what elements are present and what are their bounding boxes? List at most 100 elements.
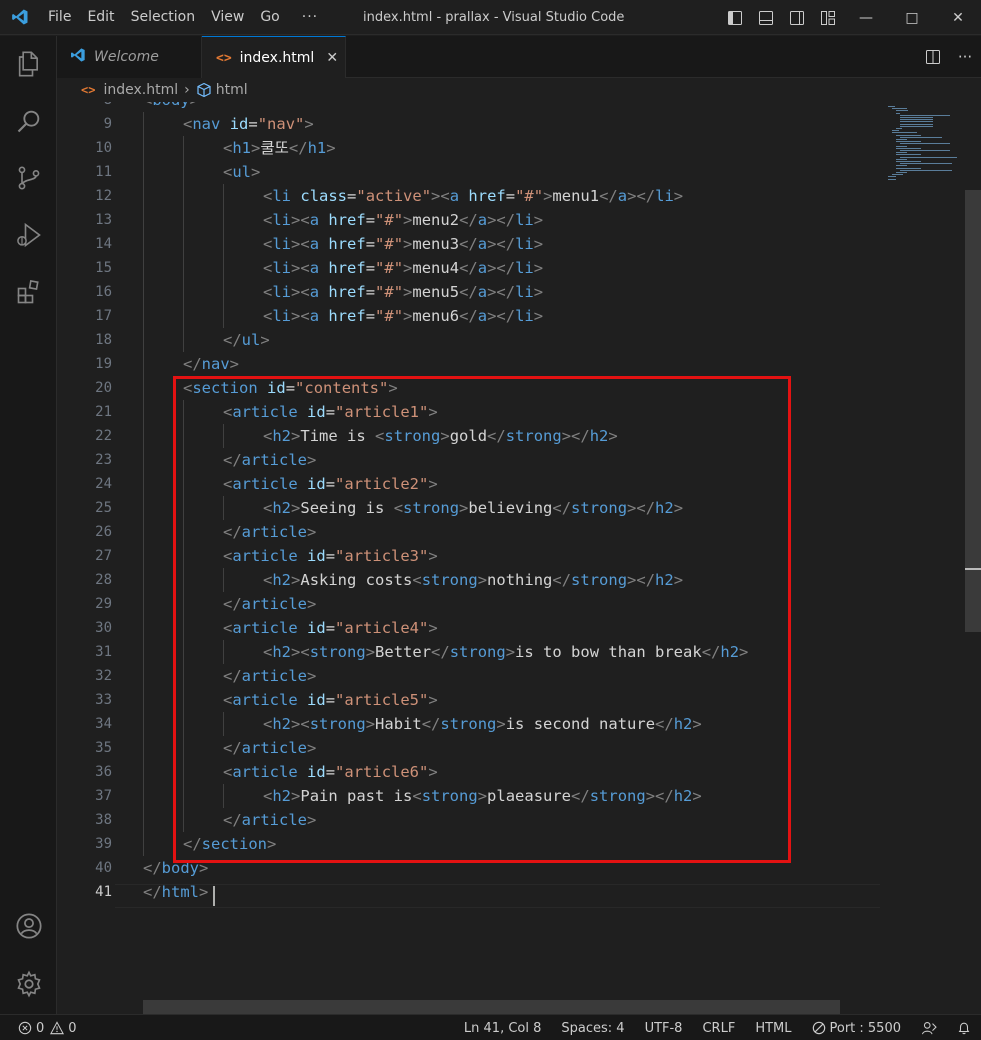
accounts-icon[interactable] [0,902,57,950]
code-line[interactable]: </html> [143,880,208,904]
code-line[interactable]: <body> [143,102,199,112]
indent-guide [143,544,144,568]
encoding[interactable]: UTF-8 [635,1021,693,1036]
code-token: >< [291,235,310,253]
line-number: 40 [95,860,112,876]
breadcrumb-file[interactable]: index.html [103,82,178,98]
minimap-line [900,123,933,125]
problems-indicator[interactable]: 0 0 [18,1015,77,1040]
indentation[interactable]: Spaces: 4 [551,1021,634,1036]
menu-bar: File Edit Selection View Go ··· [40,0,332,35]
horizontal-scrollbar[interactable] [143,1000,840,1014]
code-token: > [533,283,544,301]
language-mode[interactable]: HTML [745,1021,801,1036]
code-line[interactable]: <li><a href="#">menu5</a></li> [263,280,543,304]
customize-layout-icon[interactable] [812,0,843,35]
toggle-secondary-sidebar-icon[interactable] [781,0,812,35]
breadcrumb-symbol[interactable]: html [216,82,248,98]
vertical-scrollbar[interactable] [965,190,981,632]
code-token: ></ [487,211,516,229]
menu-selection[interactable]: Selection [123,0,204,35]
indent-guide [143,376,144,400]
code-token: < [263,283,273,301]
indent-guide [143,256,144,280]
code-token: a [309,211,320,229]
code-line[interactable]: </ul> [223,328,270,352]
line-number: 11 [95,164,112,180]
maximize-button[interactable]: □ [889,0,935,35]
close-tab-icon[interactable]: ✕ [326,50,338,66]
indent-guide [183,136,184,160]
code-token: li [272,283,292,301]
html-file-icon: <> [216,50,232,66]
more-actions-icon[interactable]: ··· [949,36,981,78]
code-token: > [260,331,270,349]
vscode-logo-icon[interactable] [0,0,40,35]
code-line[interactable]: <li class="active"><a href="#">menu1</a>… [263,184,683,208]
code-line[interactable]: </nav> [183,352,239,376]
code-token: > [533,259,544,277]
line-number: 36 [95,764,112,780]
menu-go[interactable]: Go [252,0,287,35]
extensions-icon[interactable] [0,268,57,316]
line-number: 13 [95,212,112,228]
indent-guide [143,280,144,304]
split-editor-icon[interactable] [917,36,949,78]
end-of-line[interactable]: CRLF [692,1021,745,1036]
menu-more-icon[interactable]: ··· [288,9,332,25]
close-button[interactable]: ✕ [935,0,981,35]
line-number: 22 [95,428,112,444]
breadcrumb: <> index.html › html [57,78,981,102]
line-number: 25 [95,500,112,516]
code-token: </ [459,307,478,325]
window-title: index.html - prallax - Visual Studio Cod… [363,10,625,25]
indent-guide [143,112,144,136]
code-token: li [515,283,534,301]
code-line[interactable]: <li><a href="#">menu3</a></li> [263,232,543,256]
code-token: < [263,211,273,229]
toggle-panel-icon[interactable] [750,0,781,35]
code-line[interactable]: <li><a href="#">menu2</a></li> [263,208,543,232]
minimap[interactable] [880,102,965,192]
code-line[interactable]: <ul> [223,160,260,184]
menu-file[interactable]: File [40,0,79,35]
code-line[interactable]: <li><a href="#">menu4</a></li> [263,256,543,280]
run-and-debug-icon[interactable] [0,211,57,259]
code-token: "#" [375,259,404,277]
menu-view[interactable]: View [203,0,252,35]
live-server-port[interactable]: Port : 5500 [802,1021,912,1036]
notifications-bell-icon[interactable] [947,1021,981,1035]
accounts-status-icon[interactable] [911,1021,947,1035]
indent-guide [143,568,144,592]
manage-gear-icon[interactable] [0,960,57,1008]
code-token: </ [459,235,478,253]
cursor-position[interactable]: Ln 41, Col 8 [454,1021,551,1036]
tab-index-html[interactable]: <> index.html ✕ [202,36,346,79]
tab-welcome[interactable]: Welcome [57,36,202,78]
code-token: id [229,115,249,133]
code-token: < [223,139,233,157]
code-token: menu6 [412,307,460,325]
code-line[interactable]: <li><a href="#">menu6</a></li> [263,304,543,328]
indent-guide [223,280,224,304]
code-line[interactable]: <nav id="nav"> [183,112,314,136]
code-line[interactable]: <h1>쿨또</h1> [223,136,336,160]
code-token: > [431,187,441,205]
search-icon[interactable] [0,97,57,145]
code-token: href [468,187,506,205]
source-control-icon[interactable] [0,154,57,202]
indent-guide [143,592,144,616]
toggle-primary-sidebar-icon[interactable] [719,0,750,35]
minimize-button[interactable]: — [843,0,889,35]
minimap-line [892,130,899,132]
code-token: li [515,235,534,253]
code-token: a [309,307,320,325]
code-token: ></ [487,235,516,253]
explorer-icon[interactable] [0,40,57,88]
code-token: ></ [487,259,516,277]
menu-edit[interactable]: Edit [79,0,122,35]
code-token: = [347,187,357,205]
